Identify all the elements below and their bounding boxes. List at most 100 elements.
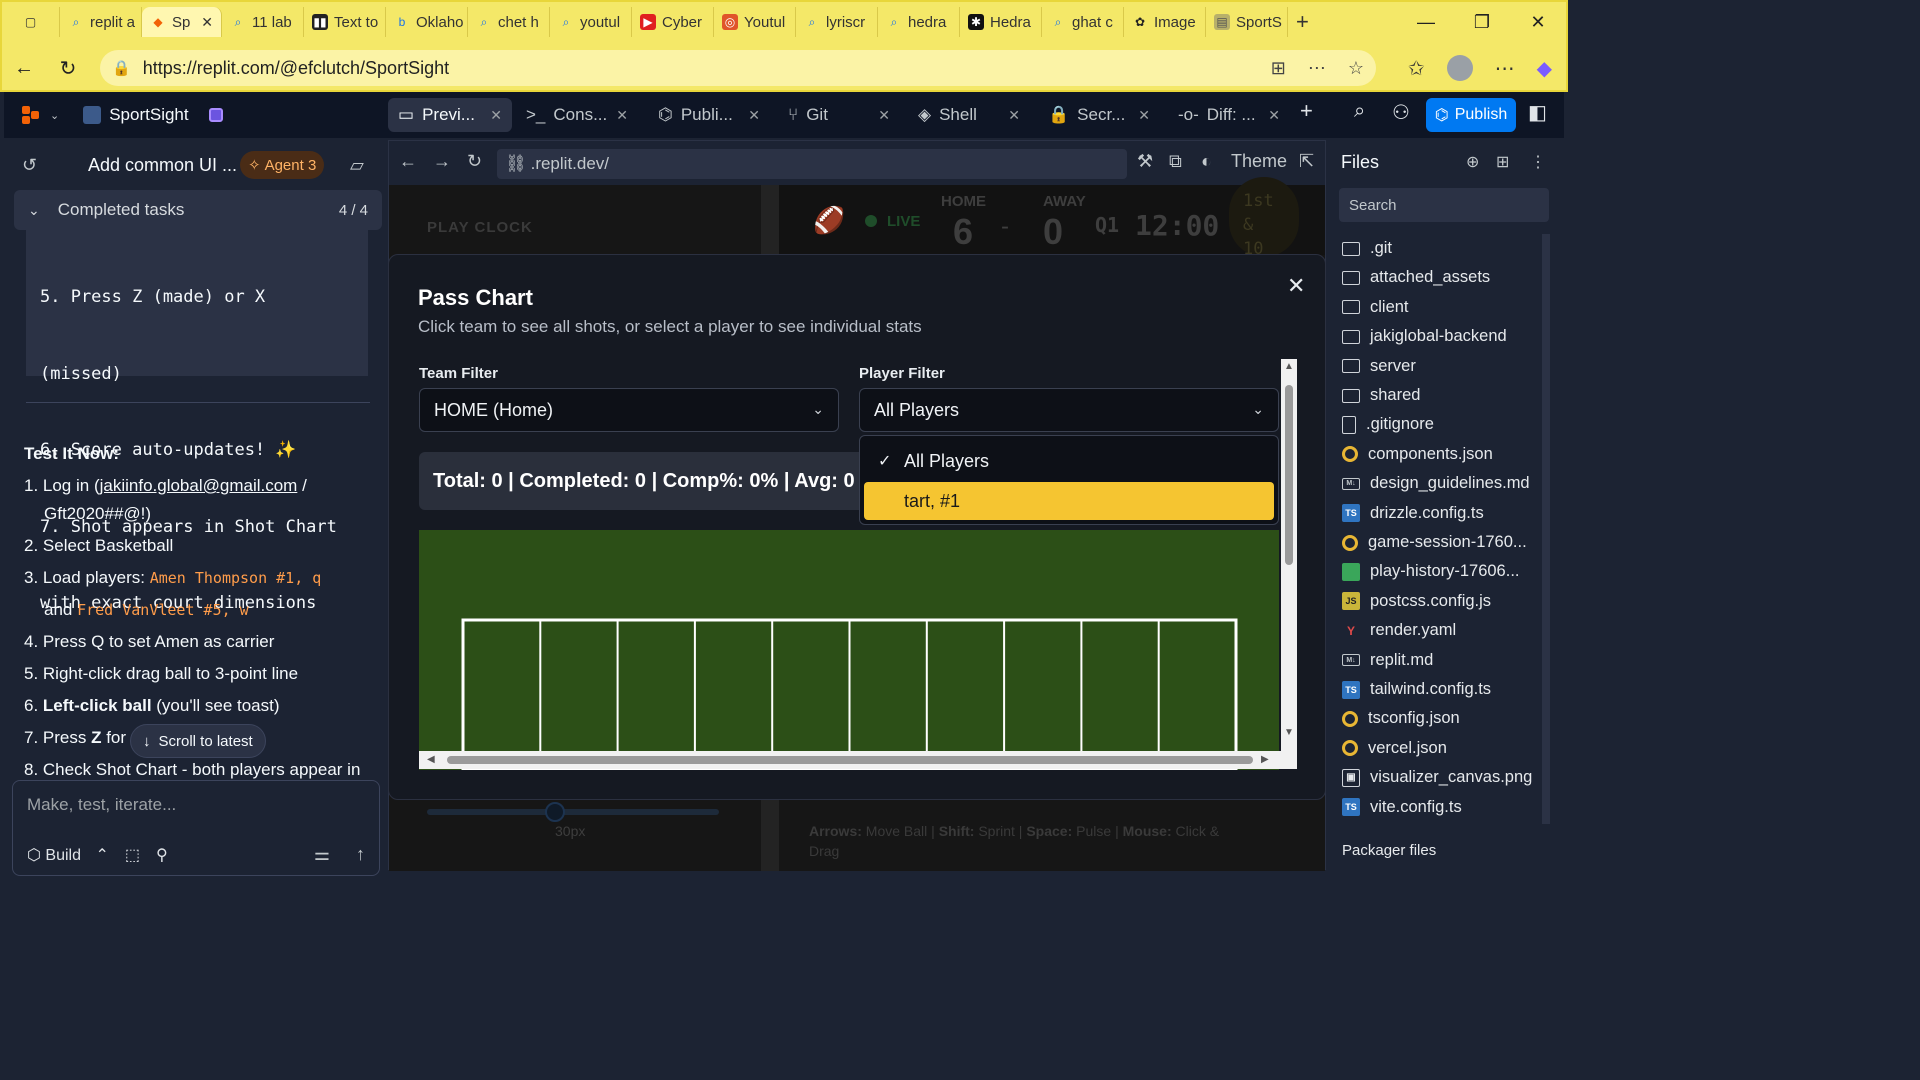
copilot-icon[interactable]: ◆ (1537, 56, 1552, 81)
agent-badge[interactable]: ✧ Agent 3 (240, 151, 325, 179)
tab-preview[interactable]: ▭ Previ... ✕ (388, 98, 512, 132)
folder-item[interactable]: shared (1342, 381, 1420, 410)
back-button[interactable]: ← (2, 50, 46, 86)
browser-tab[interactable]: ▶ Cyber (632, 7, 714, 37)
folder-item[interactable]: client (1342, 293, 1409, 322)
file-item[interactable]: .gitignore (1342, 410, 1434, 439)
tab-actions-button[interactable]: ▢ (2, 7, 60, 37)
scroll-left-icon[interactable]: ◀ (427, 754, 435, 765)
tab-git[interactable]: ⑂ Git ✕ (778, 98, 900, 132)
player-filter-select[interactable]: All Players ⌄ (859, 388, 1279, 432)
pass-chart-field[interactable] (419, 530, 1279, 770)
close-icon[interactable]: ✕ (201, 14, 213, 31)
more-options-icon[interactable]: ⋮ (1530, 152, 1546, 172)
favorite-star-icon[interactable]: ☆ (1348, 58, 1364, 79)
close-icon[interactable]: ✕ (748, 107, 760, 124)
folder-item[interactable]: .git (1342, 234, 1392, 263)
scroll-to-latest-button[interactable]: ↓ Scroll to latest (130, 724, 266, 758)
build-mode-button[interactable]: ⬡ Build ⌃ (27, 845, 109, 865)
browser-tab[interactable]: ⌕ hedra (878, 7, 960, 37)
file-item[interactable]: JS postcss.config.js (1342, 587, 1491, 616)
file-item[interactable]: M↓ replit.md (1342, 646, 1433, 675)
publish-button[interactable]: ⌬ Publish (1426, 98, 1516, 132)
browser-tab[interactable]: ◎ Youtul (714, 7, 796, 37)
browser-tab[interactable]: ▮▮ Text to (304, 7, 386, 37)
new-tab-button[interactable]: + (1288, 7, 1317, 37)
close-icon[interactable]: ✕ (1008, 107, 1020, 124)
modal-vertical-scrollbar[interactable]: ▲ ▼ (1281, 359, 1297, 769)
attach-icon[interactable]: ⚲ (156, 845, 168, 865)
scroll-right-icon[interactable]: ▶ (1261, 754, 1269, 765)
search-icon[interactable]: ⌕ (1354, 100, 1365, 123)
tab-shell[interactable]: ◈ Shell ✕ (908, 98, 1030, 132)
file-item[interactable]: Yrender.yaml (1342, 616, 1456, 645)
profile-avatar[interactable] (1446, 55, 1473, 81)
new-folder-icon[interactable]: ⊞ (1496, 152, 1509, 172)
file-item[interactable]: game-session-1760... (1342, 528, 1527, 557)
tab-diff[interactable]: -o- Diff: ... ✕ (1168, 98, 1290, 132)
settings-sliders-icon[interactable]: ⚌ (314, 844, 330, 865)
browser-tab[interactable]: ✱ Hedra (960, 7, 1042, 37)
dropdown-option-player[interactable]: tart, #1 (864, 482, 1274, 520)
dropdown-option-all-players[interactable]: ✓ All Players (864, 442, 1274, 480)
more-menu-icon[interactable]: ⋯ (1495, 56, 1515, 81)
file-item[interactable]: ▣ visualizer_canvas.png (1342, 763, 1532, 792)
file-item[interactable]: vercel.json (1342, 734, 1447, 763)
file-item[interactable]: TS tailwind.config.ts (1342, 675, 1491, 704)
history-icon[interactable]: ↺ (22, 155, 37, 176)
add-tab-icon[interactable]: + (1300, 98, 1313, 124)
open-external-icon[interactable]: ⇱ (1299, 151, 1314, 172)
reload-icon[interactable]: ↻ (467, 151, 482, 172)
close-window-button[interactable]: ✕ (1510, 2, 1566, 42)
file-item[interactable]: TS vite.config.ts (1342, 793, 1462, 822)
browser-tab[interactable]: ◆ Sp ✕ (142, 7, 222, 37)
browser-tab[interactable]: ⌕ replit a (60, 7, 142, 37)
close-icon[interactable]: ✕ (616, 107, 628, 124)
browser-tab[interactable]: ⌕ chet h (468, 7, 550, 37)
folder-item[interactable]: jakiglobal-backend (1342, 322, 1507, 351)
back-arrow-icon[interactable]: ← (399, 151, 417, 172)
responsive-icon[interactable]: ⧉ (1169, 151, 1182, 172)
restore-button[interactable]: ❐ (1454, 2, 1510, 42)
slider-thumb[interactable] (545, 802, 565, 822)
theme-label[interactable]: Theme (1231, 151, 1287, 172)
folder-item[interactable]: attached_assets (1342, 263, 1490, 292)
completed-tasks-toggle[interactable]: ⌄ Completed tasks 4 / 4 (14, 190, 382, 230)
size-slider[interactable] (427, 802, 719, 822)
new-file-icon[interactable]: ⊕ (1466, 152, 1479, 172)
close-icon[interactable]: ✕ (1287, 273, 1305, 299)
project-header[interactable]: SportSight (83, 105, 223, 125)
folder-item[interactable]: server (1342, 352, 1416, 381)
tab-console[interactable]: >_ Cons... ✕ (516, 98, 638, 132)
browser-tab[interactable]: ▤ SportS (1206, 7, 1288, 37)
browser-tab[interactable]: b Oklaho (386, 7, 468, 37)
reload-button[interactable]: ↻ (46, 50, 90, 86)
theme-palette-icon[interactable]: ◐ (1201, 151, 1212, 172)
devtools-wrench-icon[interactable]: ⚒ (1137, 151, 1153, 172)
scroll-up-icon[interactable]: ▲ (1284, 361, 1294, 372)
browser-tab[interactable]: ⌕ youtul (550, 7, 632, 37)
favorites-icon[interactable]: ✩ (1408, 56, 1425, 81)
address-bar[interactable]: 🔒 https://replit.com/@efclutch/SportSigh… (100, 50, 1376, 86)
select-element-icon[interactable]: ⬚ (125, 845, 140, 865)
files-scrollbar[interactable] (1542, 234, 1550, 824)
email-link[interactable]: jakiinfo.global@gmail.com (100, 476, 298, 495)
reader-icon[interactable]: ⋯ (1308, 58, 1326, 79)
browser-tab[interactable]: ⌕ 11 lab (222, 7, 304, 37)
file-item[interactable]: tsconfig.json (1342, 704, 1460, 733)
send-arrow-icon[interactable]: ↑ (356, 844, 365, 865)
scroll-thumb[interactable] (447, 756, 1253, 764)
invite-user-icon[interactable]: ⚇ (1392, 100, 1410, 125)
forward-arrow-icon[interactable]: → (433, 151, 451, 172)
agent-composer[interactable]: Make, test, iterate... ⬡ Build ⌃ ⬚ ⚲ ⚌ ↑ (12, 780, 380, 876)
replit-logo-icon[interactable] (22, 106, 40, 124)
team-filter-select[interactable]: HOME (Home) ⌄ (419, 388, 839, 432)
file-item[interactable]: M↓ design_guidelines.md (1342, 469, 1530, 498)
preview-url-field[interactable]: ⛓ .replit.dev/ (497, 149, 1127, 179)
close-icon[interactable]: ✕ (1268, 107, 1280, 124)
file-item[interactable]: TS drizzle.config.ts (1342, 499, 1484, 528)
close-icon[interactable]: ✕ (490, 107, 502, 124)
tab-secrets[interactable]: 🔒 Secr... ✕ (1038, 98, 1160, 132)
new-chat-icon[interactable]: ▱ (350, 155, 364, 176)
browser-tab[interactable]: ⌕ lyriscr (796, 7, 878, 37)
